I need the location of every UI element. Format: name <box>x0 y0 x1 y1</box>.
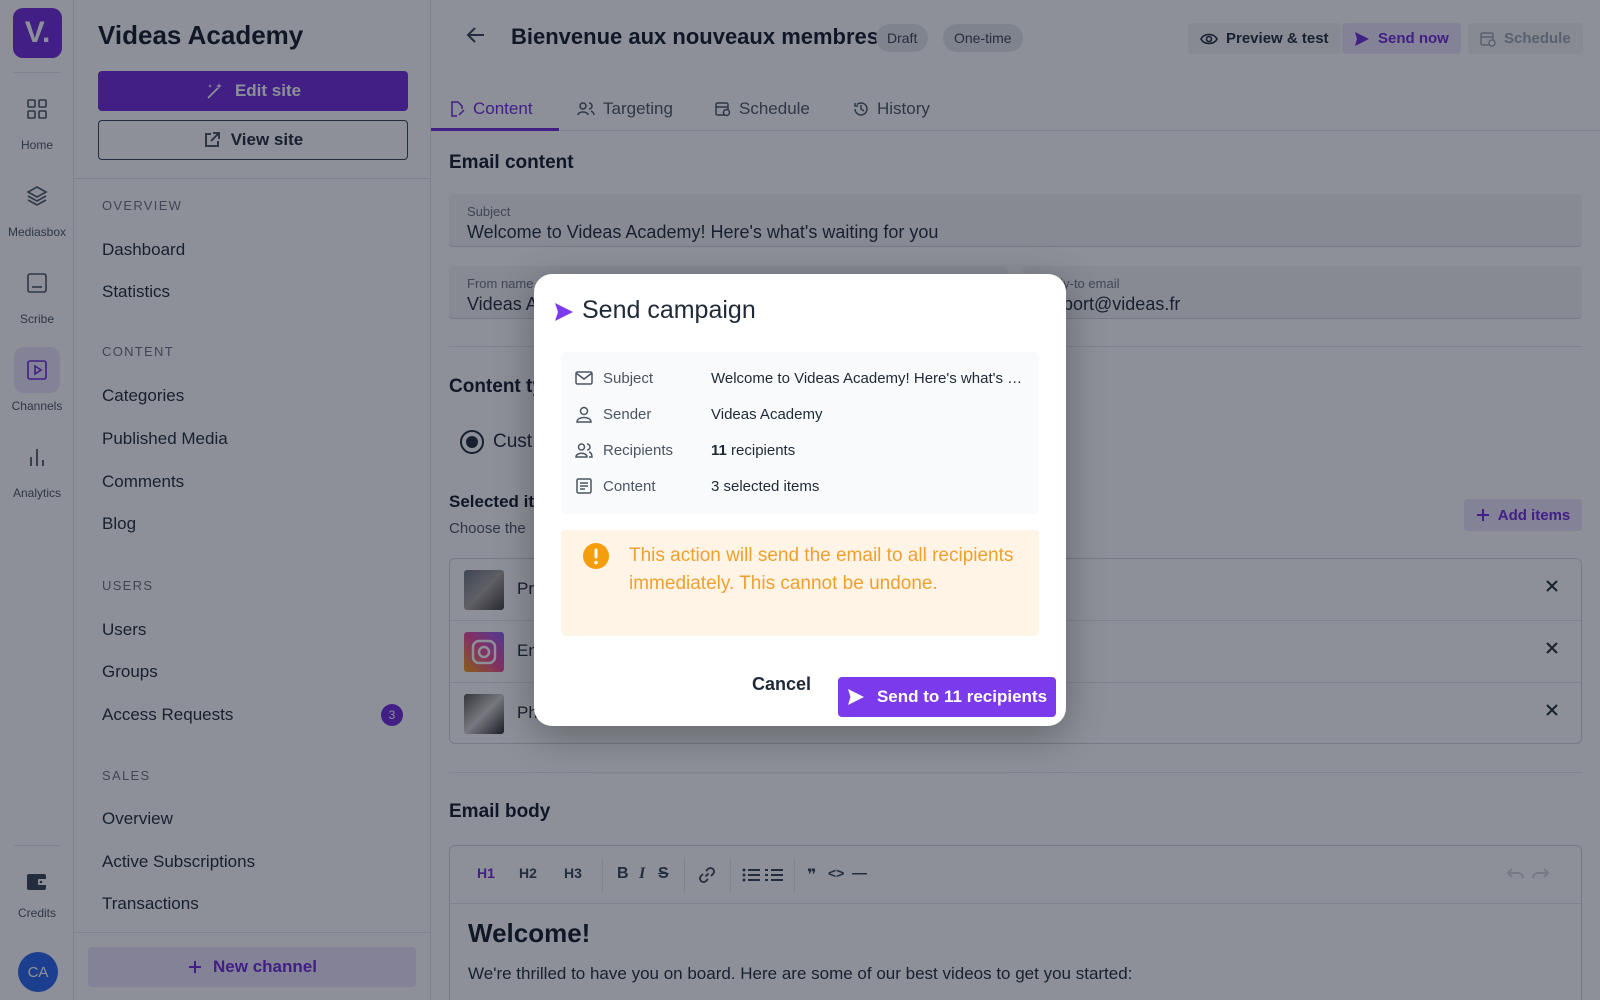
users-icon <box>575 441 593 464</box>
warning-text: This action will send the email to all r… <box>629 545 1014 594</box>
summary-key: Sender <box>603 406 652 423</box>
summary-row-recipients: Recipients 11 recipients <box>561 440 1039 462</box>
person-icon <box>575 405 593 428</box>
summary-key: Content <box>603 478 656 495</box>
warning-alert: This action will send the email to all r… <box>561 530 1039 636</box>
summary-value: 3 selected items <box>711 478 820 495</box>
summary-row-content: Content 3 selected items <box>561 476 1039 498</box>
article-icon <box>575 477 593 500</box>
cancel-button[interactable]: Cancel <box>752 674 811 695</box>
summary-value: 11 recipients <box>711 442 1029 459</box>
send-campaign-dialog: Send campaign Subject Welcome to Videas … <box>534 274 1066 726</box>
summary-value: Welcome to Videas Academy! Here's what's… <box>711 370 1029 387</box>
send-icon <box>554 302 574 327</box>
warning-icon <box>582 542 610 575</box>
dialog-title: Send campaign <box>582 296 756 324</box>
recipient-count: 11 <box>711 442 727 459</box>
send-icon <box>847 689 864 705</box>
summary-key: Subject <box>603 370 654 387</box>
summary-key: Recipients <box>603 442 674 459</box>
summary-row-sender: Sender Videas Academy <box>561 404 1039 426</box>
summary-value: Videas Academy <box>711 406 823 423</box>
send-confirm-label: Send to 11 recipients <box>876 687 1048 706</box>
recipient-suffix: recipients <box>726 442 796 459</box>
send-confirm-button[interactable]: Send to 11 recipients <box>838 677 1056 717</box>
mail-icon <box>575 369 593 392</box>
summary-row-subject: Subject Welcome to Videas Academy! Here'… <box>561 368 1039 390</box>
campaign-summary: Subject Welcome to Videas Academy! Here'… <box>561 352 1039 514</box>
